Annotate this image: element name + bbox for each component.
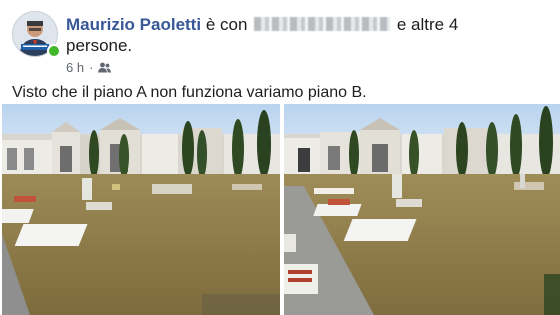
author-name[interactable]: Maurizio Paoletti bbox=[66, 15, 201, 34]
post-text: Visto che il piano A non funziona variam… bbox=[12, 84, 367, 101]
cemetery-image bbox=[284, 104, 560, 315]
others-link-continued[interactable]: persone. bbox=[66, 36, 132, 55]
cemetery-photo-right[interactable] bbox=[284, 104, 560, 315]
tagged-people-blurred[interactable] bbox=[254, 17, 391, 31]
cemetery-image bbox=[2, 104, 280, 315]
others-link[interactable]: e altre 4 bbox=[397, 15, 458, 34]
online-status-dot bbox=[47, 44, 61, 58]
meta-separator: · bbox=[89, 60, 94, 75]
cemetery-photo-left[interactable] bbox=[2, 104, 280, 315]
post-timestamp[interactable]: 6 h bbox=[66, 60, 84, 75]
post-header-line: Maurizio Paoletti è con e altre 4 person… bbox=[66, 14, 546, 56]
post-meta: 6 h · bbox=[66, 60, 112, 75]
friends-icon[interactable] bbox=[98, 62, 112, 73]
with-prefix: è con bbox=[205, 15, 248, 34]
